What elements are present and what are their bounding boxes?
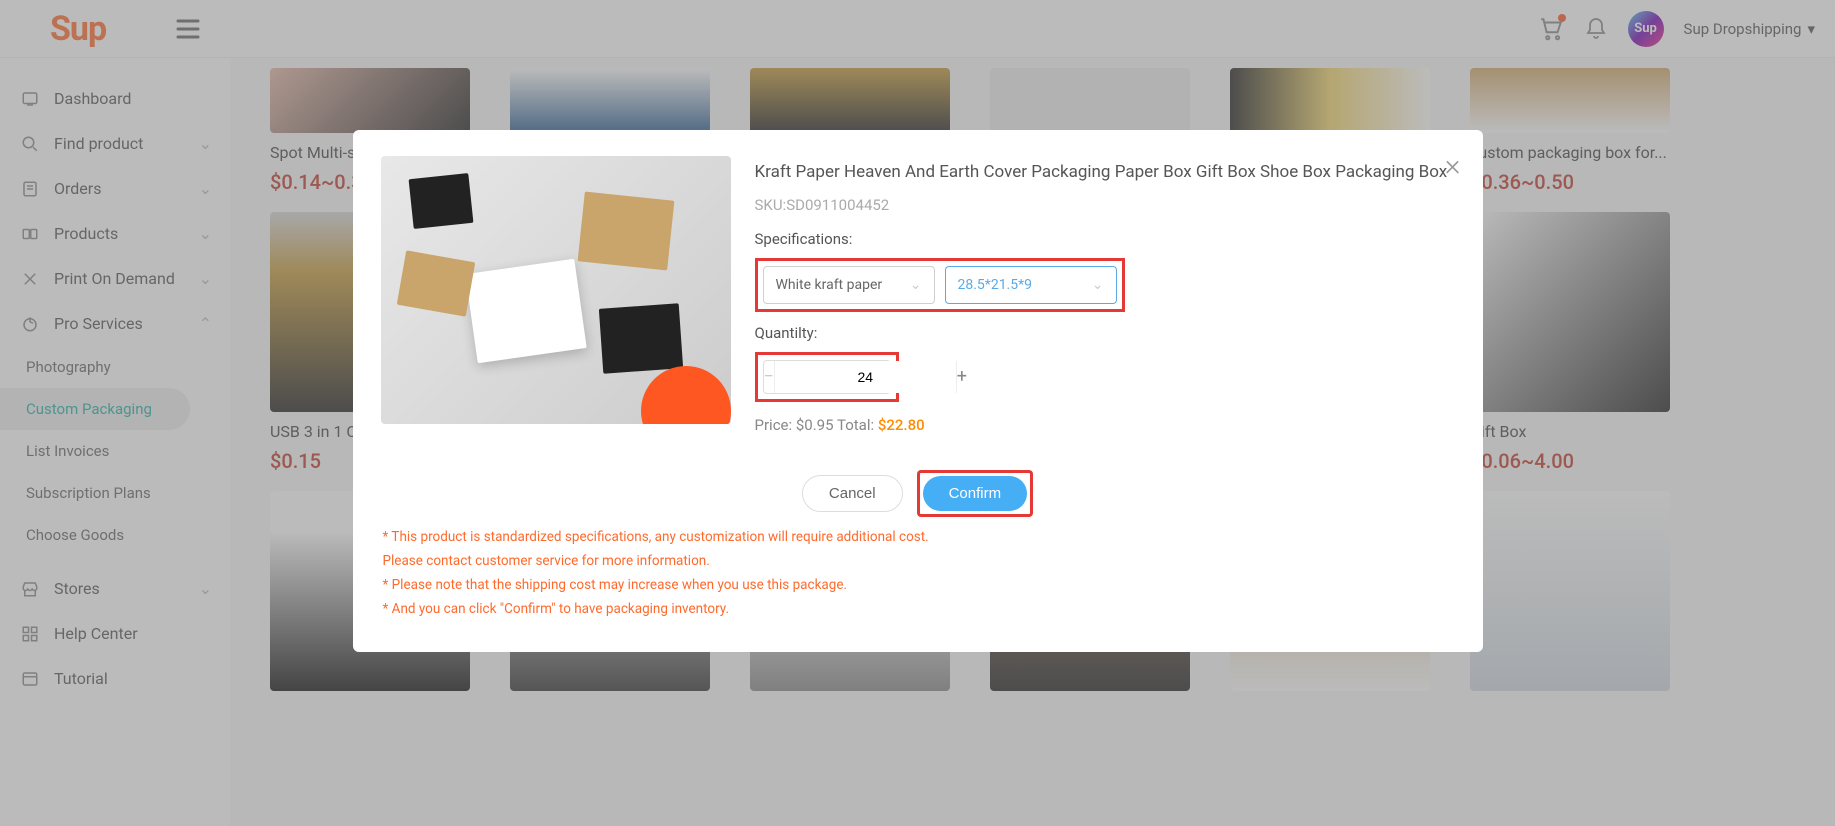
note-line: * Please note that the shipping cost may… [383,575,1455,595]
note-line: * And you can click "Confirm" to have pa… [383,599,1455,619]
qty-increment-button[interactable]: + [957,366,967,387]
qty-input[interactable] [774,361,957,393]
note-line: * This product is standardized specifica… [383,527,1455,547]
confirm-highlight: Confirm [917,470,1034,517]
price-line: Price: $0.95 Total: $22.80 [755,416,1455,434]
product-modal: × Kraft Paper Heaven And Earth Cover Pac… [353,130,1483,652]
spec-select-size[interactable]: 28.5*21.5*9 ⌄ [945,266,1117,304]
modal-info: Kraft Paper Heaven And Earth Cover Packa… [755,156,1455,434]
chevron-down-icon: ⌄ [1092,277,1104,293]
select-value: White kraft paper [776,277,883,293]
total-amount: $22.80 [878,416,925,434]
spec-row-highlight: White kraft paper ⌄ 28.5*21.5*9 ⌄ [755,258,1125,312]
modal-body: Kraft Paper Heaven And Earth Cover Packa… [381,156,1455,434]
spec-label: Specifications: [755,230,1455,248]
confirm-button[interactable]: Confirm [923,476,1028,511]
spec-select-material[interactable]: White kraft paper ⌄ [763,266,935,304]
note-line: Please contact customer service for more… [383,551,1455,571]
qty-label: Quantilty: [755,324,1455,342]
select-value: 28.5*21.5*9 [958,277,1033,293]
quantity-stepper: − + [763,360,891,394]
product-image [381,156,731,424]
modal-overlay[interactable]: × Kraft Paper Heaven And Earth Cover Pac… [0,0,1835,826]
product-sku: SKU:SD0911004452 [755,196,1455,214]
product-title: Kraft Paper Heaven And Earth Cover Packa… [755,160,1455,186]
close-icon[interactable]: × [1445,148,1461,183]
modal-notes: * This product is standardized specifica… [381,527,1455,620]
qty-highlight: − + [755,352,899,402]
chevron-down-icon: ⌄ [910,277,922,293]
modal-actions: Cancel Confirm [381,470,1455,517]
cancel-button[interactable]: Cancel [802,475,903,512]
qty-decrement-button[interactable]: − [764,366,774,387]
